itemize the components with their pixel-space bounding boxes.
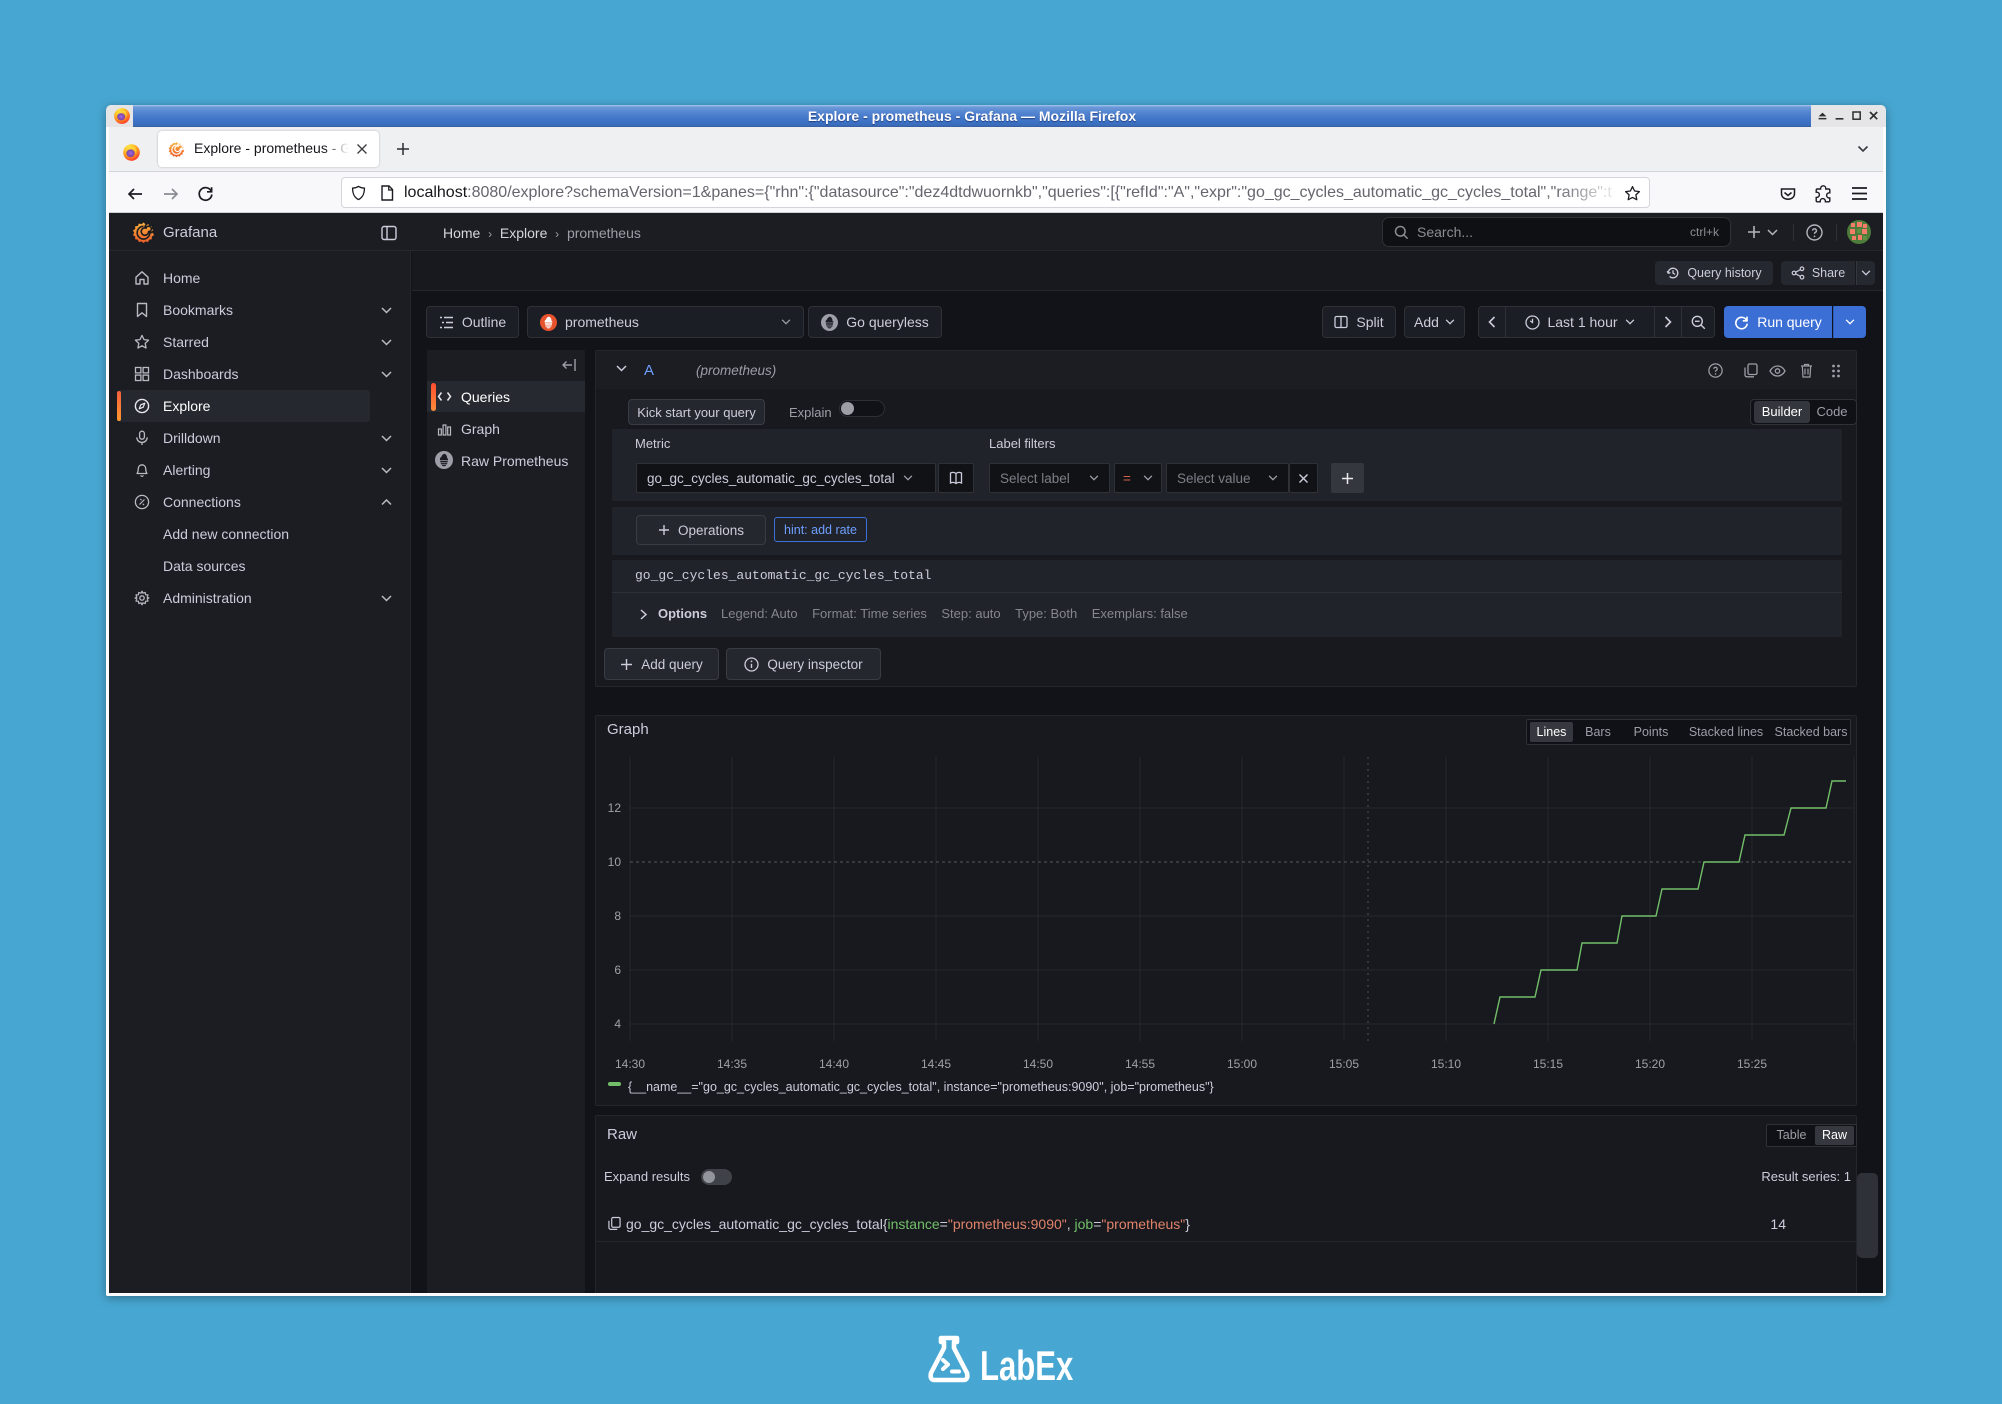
- svg-text:6: 6: [614, 963, 621, 977]
- svg-text:4: 4: [614, 1017, 621, 1031]
- svg-text:12: 12: [608, 801, 622, 815]
- svg-text:14:35: 14:35: [717, 1057, 747, 1071]
- svg-text:15:25: 15:25: [1737, 1057, 1767, 1071]
- svg-text:15:00: 15:00: [1227, 1057, 1257, 1071]
- svg-text:15:05: 15:05: [1329, 1057, 1359, 1071]
- svg-text:14:50: 14:50: [1023, 1057, 1053, 1071]
- svg-text:15:20: 15:20: [1635, 1057, 1665, 1071]
- svg-text:15:15: 15:15: [1533, 1057, 1563, 1071]
- svg-text:14:30: 14:30: [615, 1057, 645, 1071]
- svg-text:14:55: 14:55: [1125, 1057, 1155, 1071]
- svg-text:14:45: 14:45: [921, 1057, 951, 1071]
- svg-text:{__name__="go_gc_cycles_automa: {__name__="go_gc_cycles_automatic_gc_cyc…: [628, 1080, 1214, 1094]
- svg-text:14:40: 14:40: [819, 1057, 849, 1071]
- svg-text:15:10: 15:10: [1431, 1057, 1461, 1071]
- svg-text:8: 8: [614, 909, 621, 923]
- svg-text:10: 10: [608, 855, 622, 869]
